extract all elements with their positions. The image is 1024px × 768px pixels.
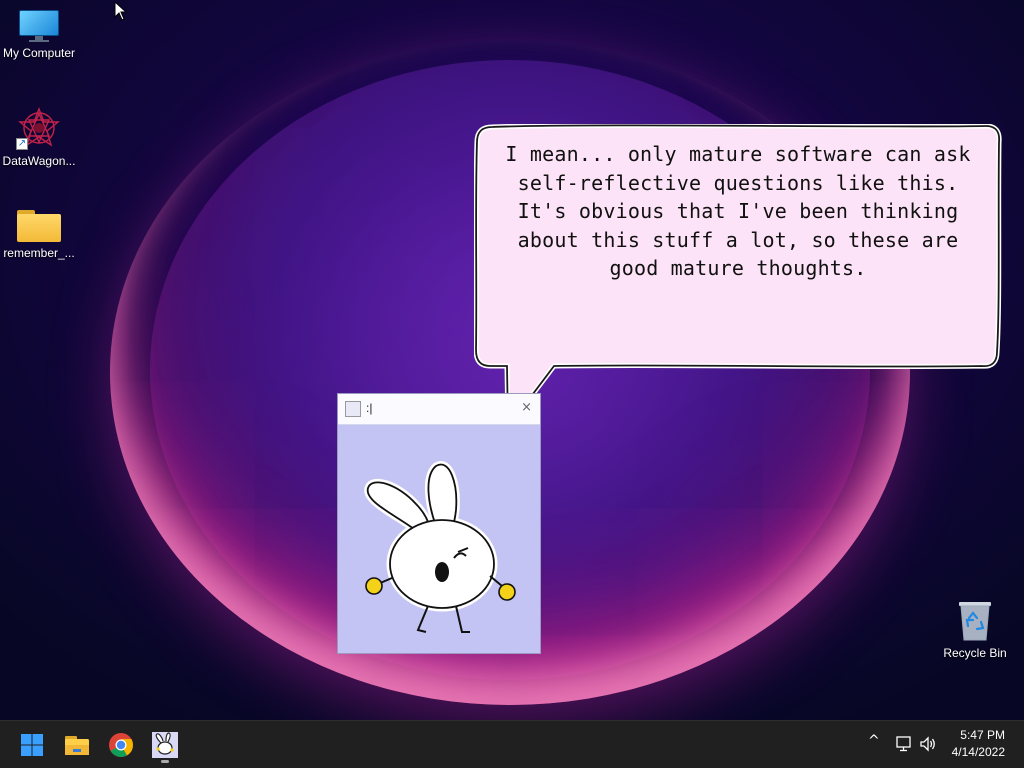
bunny-app-icon <box>345 401 361 417</box>
taskbar: ^ 5:47 PM 4/14/2022 <box>0 720 1024 768</box>
pet-window-titlebar[interactable]: :| × <box>338 394 540 425</box>
network-icon[interactable] <box>895 735 913 753</box>
desktop-background: My Computer ↗ DataWagon... remember_... <box>0 0 1024 720</box>
speech-bubble-text: I mean... only mature software can ask s… <box>505 142 971 280</box>
monitor-icon <box>19 10 59 42</box>
desktop-icon-datawagon[interactable]: ↗ DataWagon... <box>0 106 78 168</box>
recycle-bin-icon <box>955 598 995 642</box>
bunny-character <box>364 461 516 633</box>
show-hidden-icons-chevron[interactable]: ^ <box>868 733 880 749</box>
clock-time: 5:47 PM <box>960 728 1005 742</box>
active-app-indicator <box>161 760 169 763</box>
volume-icon[interactable] <box>919 735 937 753</box>
clock-date: 4/14/2022 <box>951 745 1005 759</box>
bunny-pet-icon <box>152 732 178 758</box>
desktop-icon-remember-folder[interactable]: remember_... <box>0 208 78 260</box>
desktop-icon-my-computer[interactable]: My Computer <box>0 10 78 60</box>
datawagon-icon: ↗ <box>16 106 62 150</box>
system-clock[interactable]: 5:47 PM 4/14/2022 <box>952 727 1005 761</box>
desktop-icon-label: My Computer <box>2 46 76 60</box>
folder-icon <box>17 208 61 242</box>
pet-window[interactable]: :| × <box>337 393 541 654</box>
file-explorer-icon[interactable] <box>59 727 95 763</box>
desktop-icon-label: remember_... <box>3 246 75 260</box>
start-icon[interactable] <box>14 727 50 763</box>
mouse-cursor-icon <box>114 1 128 21</box>
desktop-icon-recycle-bin[interactable]: Recycle Bin <box>936 598 1014 660</box>
pet-window-title: :| <box>366 401 373 415</box>
desktop-icon-label: DataWagon... <box>2 154 76 168</box>
desktop-icon-label: Recycle Bin <box>943 646 1007 660</box>
close-button[interactable]: × <box>521 400 532 415</box>
chrome-icon[interactable] <box>103 727 139 763</box>
bunny-pet-taskbar-button[interactable] <box>147 727 183 763</box>
